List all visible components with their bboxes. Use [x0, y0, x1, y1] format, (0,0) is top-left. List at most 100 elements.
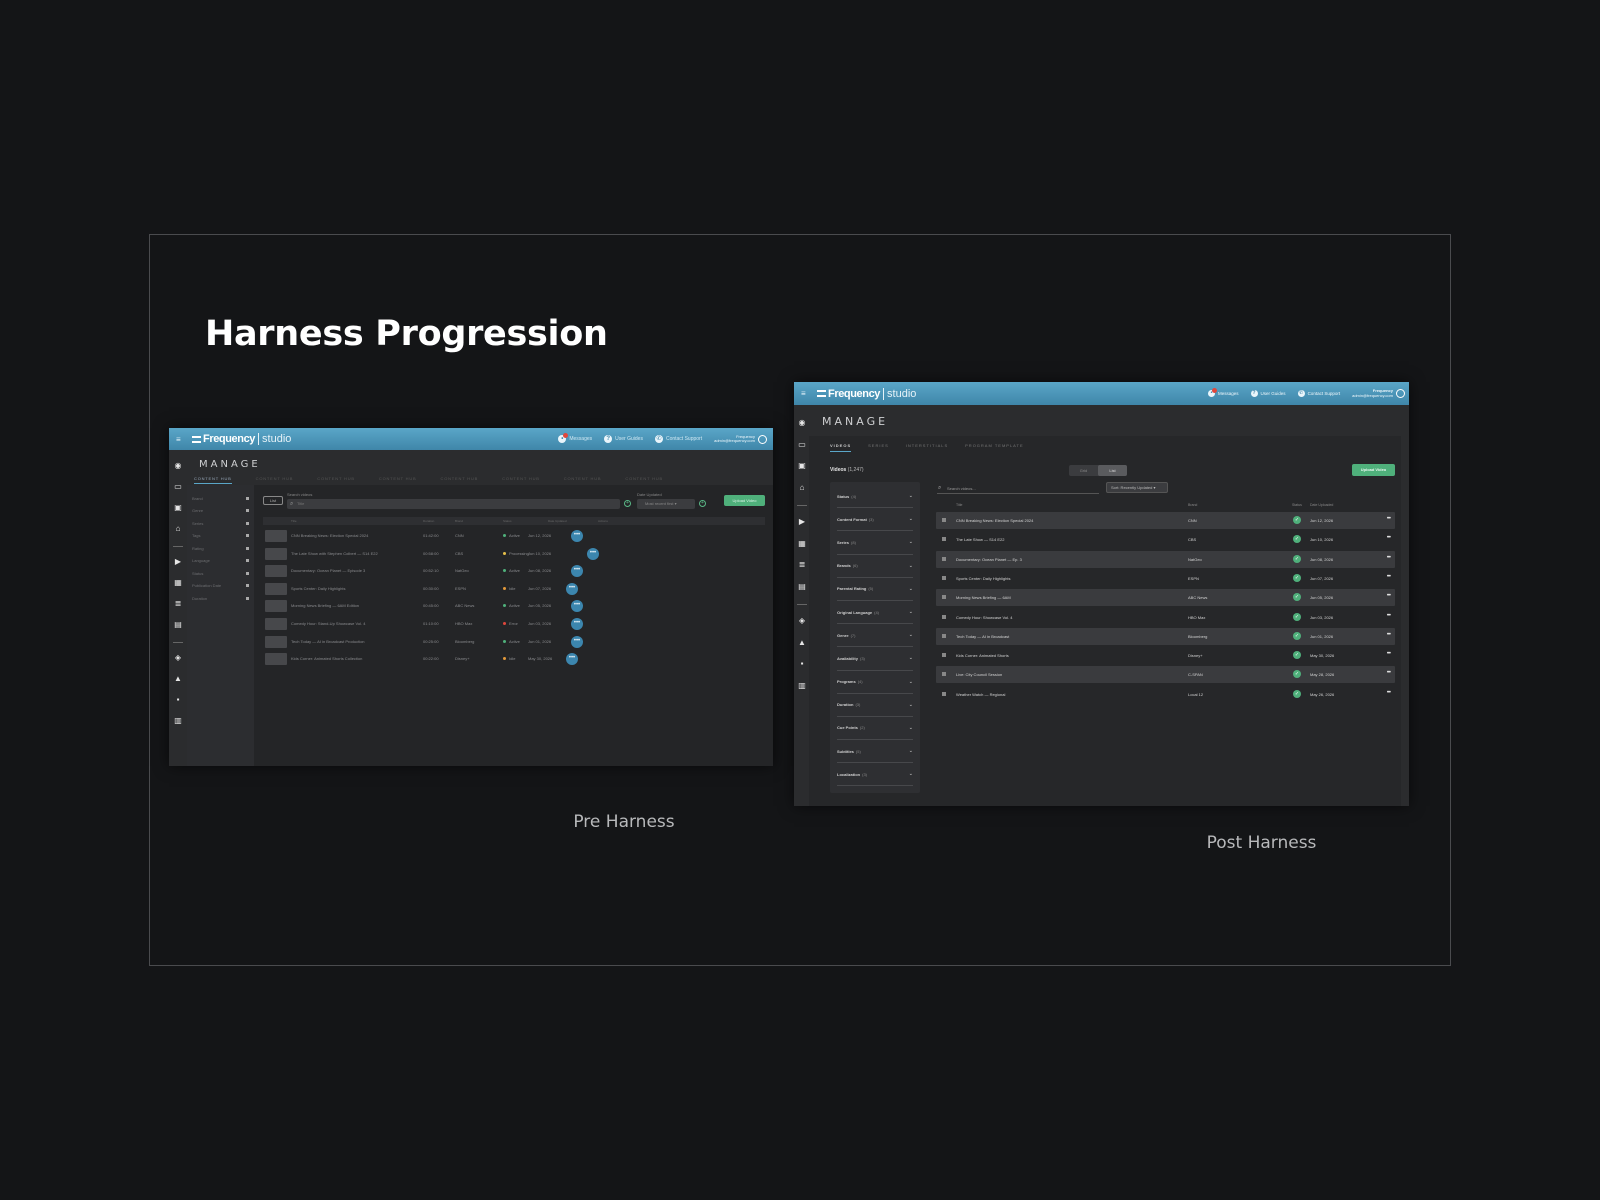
filter-accordion[interactable]: Brands (6) ⌄: [837, 555, 913, 578]
user-guides-link[interactable]: ? User Guides: [1250, 390, 1286, 397]
calendar-icon[interactable]: ▤: [798, 581, 806, 603]
list-view-button[interactable]: List: [263, 496, 283, 505]
play-screen-icon[interactable]: ▶: [175, 556, 181, 577]
tab-content-hub[interactable]: CONTENT HUB: [256, 476, 294, 484]
row-checkbox[interactable]: [942, 653, 946, 658]
row-checkbox[interactable]: [942, 614, 946, 619]
more-actions-icon[interactable]: •••: [1387, 613, 1391, 619]
more-actions-icon[interactable]: •••: [1387, 535, 1391, 541]
broadcast-icon[interactable]: ⌂: [800, 482, 805, 504]
hamburger-menu-icon[interactable]: ≡: [176, 435, 186, 444]
checkbox-icon[interactable]: [246, 571, 249, 575]
tab-content-hub[interactable]: CONTENT HUB: [625, 476, 663, 484]
more-actions-icon[interactable]: •••: [1387, 632, 1391, 638]
checkbox-icon[interactable]: [246, 584, 249, 588]
filter-item[interactable]: Duration: [187, 592, 254, 605]
calendar-icon[interactable]: ▤: [174, 619, 182, 640]
inbox-icon[interactable]: ▣: [798, 460, 806, 482]
chart-icon[interactable]: ▲: [174, 673, 182, 694]
frequency-logo[interactable]: Frequency studio: [817, 387, 916, 400]
checkbox-icon[interactable]: [246, 521, 249, 525]
more-actions-icon[interactable]: •••: [1387, 574, 1391, 580]
add-sort-icon[interactable]: +: [699, 500, 706, 507]
filter-accordion[interactable]: Original Language (4) ⌄: [837, 601, 913, 625]
more-actions-icon[interactable]: •••: [571, 565, 583, 578]
messages-link[interactable]: • Messages: [558, 433, 592, 443]
table-row[interactable]: Sports Center: Daily Highlights 00:30:00 E…: [263, 580, 765, 598]
frequency-logo[interactable]: Frequency studio: [192, 433, 291, 445]
target-icon[interactable]: ◉: [799, 417, 806, 439]
checkbox-icon[interactable]: [246, 559, 249, 563]
grid-view-toggle[interactable]: Grid: [1069, 465, 1098, 476]
search-input[interactable]: ⌕ Search videos...: [937, 483, 1099, 494]
tab-content-hub[interactable]: CONTENT HUB: [441, 476, 479, 484]
list-view-toggle[interactable]: List: [1098, 465, 1127, 476]
table-row[interactable]: CNN Breaking News: Election Special 2024…: [263, 527, 765, 545]
table-row[interactable]: Tech Today — AI in Broadcast Production 0…: [263, 633, 765, 651]
contact-support-link[interactable]: ✆ Contact Support: [654, 435, 702, 443]
person-card-icon[interactable]: ▪: [801, 658, 804, 680]
tab-videos[interactable]: VIDEOS: [830, 443, 852, 452]
more-actions-icon[interactable]: •••: [1387, 555, 1391, 561]
more-actions-icon[interactable]: •••: [571, 530, 583, 542]
filter-accordion[interactable]: Cue Points (2) ⌄: [837, 717, 913, 741]
more-actions-icon[interactable]: •••: [1387, 690, 1391, 696]
more-actions-icon[interactable]: •••: [566, 653, 578, 666]
tab-content-hub[interactable]: CONTENT HUB: [317, 476, 355, 484]
inbox-icon[interactable]: ▣: [174, 502, 182, 523]
shield-icon[interactable]: ◈: [799, 615, 805, 637]
row-checkbox[interactable]: [942, 575, 946, 580]
checkbox-icon[interactable]: [246, 596, 249, 600]
table-row[interactable]: Weather Watch — Regional Local 12 ✓ May 26,…: [936, 686, 1395, 703]
chart-icon[interactable]: ▲: [798, 637, 806, 659]
grid-icon[interactable]: ▦: [798, 538, 806, 560]
messages-link[interactable]: • Messages: [1208, 388, 1239, 397]
upload-video-button[interactable]: Upload Video: [1352, 464, 1395, 476]
filter-item[interactable]: Rating: [187, 542, 254, 555]
row-checkbox[interactable]: [942, 556, 946, 561]
tab-content-hub[interactable]: CONTENT HUB: [379, 476, 417, 484]
filter-accordion[interactable]: Parental Rating (5) ⌄: [837, 578, 913, 601]
user-avatar-icon[interactable]: [1396, 389, 1405, 398]
more-actions-icon[interactable]: •••: [587, 547, 599, 560]
tab-program-template[interactable]: PROGRAM TEMPLATE: [965, 443, 1024, 452]
filter-accordion[interactable]: Programs (4) ⌄: [837, 671, 913, 694]
more-actions-icon[interactable]: •••: [571, 600, 583, 613]
row-checkbox[interactable]: [942, 595, 946, 600]
date-sort-select[interactable]: Most recent first ▾: [637, 499, 695, 509]
user-guides-link[interactable]: ? User Guides: [604, 435, 643, 443]
stack-icon[interactable]: ≣: [799, 559, 806, 581]
filter-accordion[interactable]: Localization (3) ⌄: [837, 763, 913, 787]
hamburger-menu-icon[interactable]: ≡: [801, 389, 811, 398]
filter-accordion[interactable]: Genre (7) ⌄: [837, 624, 913, 648]
contact-support-link[interactable]: ✆ Contact Support: [1297, 390, 1340, 397]
table-row[interactable]: Comedy Hour: Showcase Vol. 4 HBO Max ✓ Jun …: [936, 609, 1395, 626]
upload-video-button[interactable]: Upload Video: [724, 495, 765, 506]
row-checkbox[interactable]: [942, 633, 946, 638]
more-actions-icon[interactable]: •••: [1387, 670, 1391, 676]
table-row[interactable]: Kids Corner: Animated Shorts Collection 0…: [263, 650, 765, 668]
checkbox-icon[interactable]: [246, 509, 249, 513]
filter-accordion[interactable]: Series (8) ⌄: [837, 531, 913, 555]
checkbox-icon[interactable]: [246, 496, 249, 500]
tab-content-hub[interactable]: CONTENT HUB: [194, 476, 232, 484]
table-row[interactable]: Morning News Briefing — 6AM Edition 00:45…: [263, 597, 765, 615]
search-input[interactable]: ⌕ Title: [287, 499, 620, 509]
table-row[interactable]: CNN Breaking News: Election Special 2024…: [936, 512, 1395, 529]
more-actions-icon[interactable]: •••: [1387, 651, 1391, 657]
row-checkbox[interactable]: [942, 518, 946, 522]
table-icon[interactable]: ▥: [174, 715, 182, 736]
table-row[interactable]: Morning News Briefing — 6AM ABC News ✓ Jun …: [936, 589, 1395, 607]
user-avatar-icon[interactable]: [758, 434, 767, 444]
table-row[interactable]: Live: City Council Session C-SPAN ✓ May 28,…: [936, 666, 1395, 684]
filter-accordion[interactable]: Duration (3) ⌄: [837, 694, 913, 717]
play-screen-icon[interactable]: ▶: [799, 516, 805, 538]
tab-interstitials[interactable]: INTERSTITIALS: [906, 443, 948, 452]
row-checkbox[interactable]: [942, 537, 946, 542]
filter-accordion[interactable]: Availability (3) ⌄: [837, 647, 913, 671]
filter-accordion[interactable]: Status (4) ⌄: [837, 485, 913, 509]
more-actions-icon[interactable]: •••: [1387, 593, 1391, 599]
more-actions-icon[interactable]: •••: [571, 618, 583, 630]
filter-item[interactable]: Tags: [187, 530, 254, 543]
grid-icon[interactable]: ▦: [174, 577, 182, 598]
